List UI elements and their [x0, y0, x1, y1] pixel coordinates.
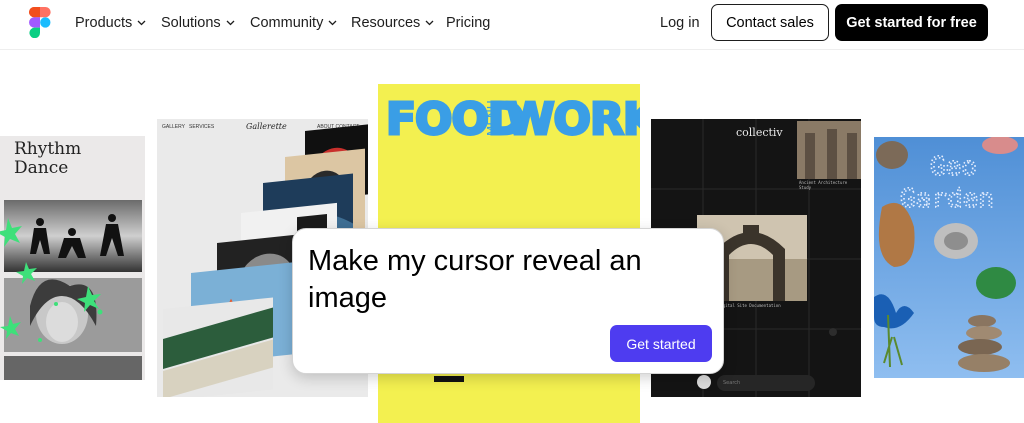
- nav-solutions[interactable]: Solutions: [161, 15, 235, 31]
- collectiv-search-input[interactable]: Search: [723, 380, 740, 386]
- chevron-down-icon: [328, 20, 337, 26]
- nav-products-label: Products: [75, 15, 133, 31]
- top-nav: Products Solutions Community Resources P…: [0, 0, 1024, 50]
- prompt-text[interactable]: Make my cursor reveal an image: [308, 243, 708, 317]
- figma-logo-icon[interactable]: [29, 7, 51, 38]
- food-word: FOOD: [386, 94, 523, 145]
- nav-pricing[interactable]: Pricing: [446, 15, 490, 31]
- contact-sales-button[interactable]: Contact sales: [711, 4, 829, 41]
- nav-community-label: Community: [250, 15, 324, 31]
- geo-title-line-2: Garden: [900, 184, 994, 214]
- template-card-rhythm-dance[interactable]: Rhythm Dance: [0, 136, 145, 380]
- chevron-down-icon: [425, 20, 434, 26]
- geo-title-line-1: Geo: [930, 152, 977, 182]
- menu-word: MENU: [485, 100, 499, 136]
- works-word: WORKS: [506, 94, 640, 145]
- collectiv-logo: collectiv: [736, 126, 783, 139]
- rhythm-dance-photos: [0, 200, 142, 380]
- collectiv-caption-1: Ancient Architecture Study: [799, 180, 848, 190]
- nav-resources-label: Resources: [351, 15, 421, 31]
- nav-community[interactable]: Community: [250, 15, 337, 31]
- chevron-down-icon: [137, 20, 146, 26]
- login-link[interactable]: Log in: [660, 15, 700, 31]
- template-card-geo-garden[interactable]: Geo Garden: [874, 137, 1024, 378]
- collectiv-caption-2: Digital Site Documentation: [718, 303, 781, 308]
- get-started-free-button[interactable]: Get started for free: [835, 4, 988, 41]
- nav-products[interactable]: Products: [75, 15, 146, 31]
- geo-garden-collage: Geo Garden: [874, 137, 1024, 378]
- chevron-down-icon: [226, 20, 235, 26]
- get-started-button[interactable]: Get started: [610, 325, 712, 362]
- nav-solutions-label: Solutions: [161, 15, 221, 31]
- nav-resources[interactable]: Resources: [351, 15, 434, 31]
- ai-prompt-card[interactable]: Make my cursor reveal an image Get start…: [292, 228, 724, 374]
- nav-pricing-label: Pricing: [446, 15, 491, 31]
